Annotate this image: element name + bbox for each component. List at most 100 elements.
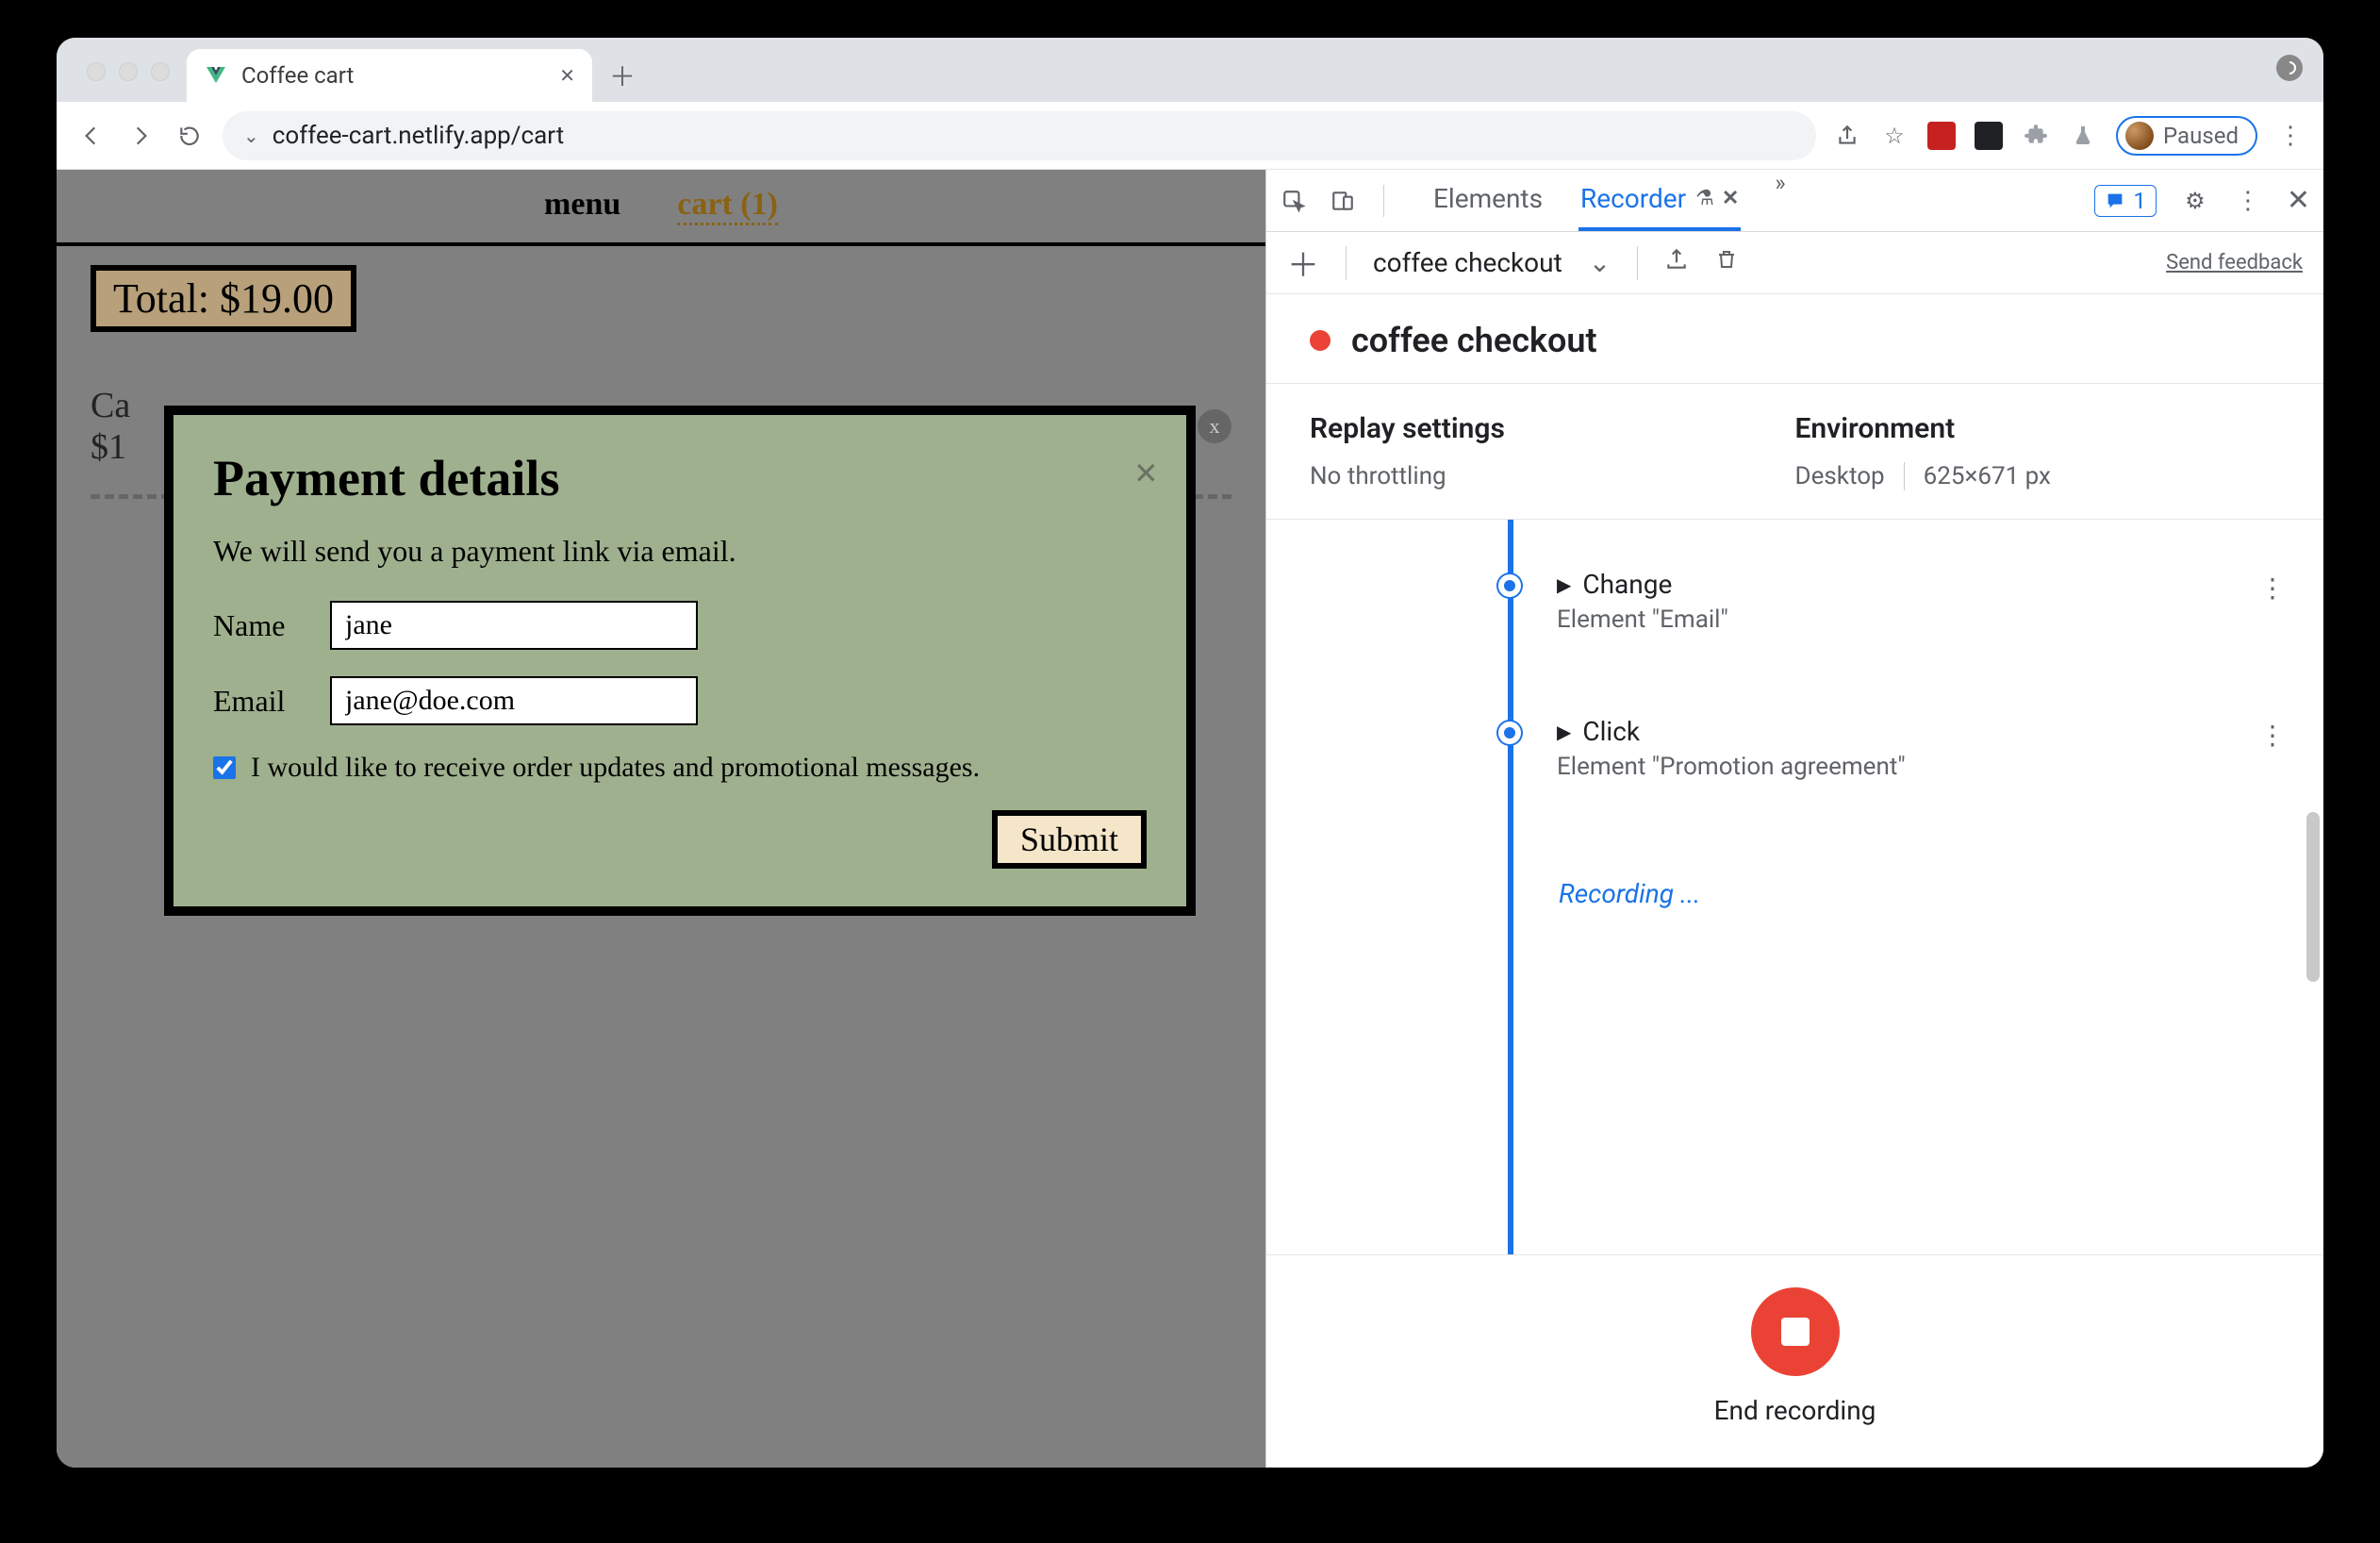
maximize-window-button[interactable] bbox=[151, 62, 170, 81]
avatar-icon bbox=[2125, 122, 2154, 150]
tab-elements[interactable]: Elements bbox=[1431, 170, 1545, 231]
promo-label: I would like to receive order updates an… bbox=[251, 752, 980, 784]
env-size: 625×671 px bbox=[1924, 462, 2051, 490]
remove-item-button[interactable]: x bbox=[1198, 409, 1231, 443]
rendered-page: menu cart (1) Total: $19.00 Ca $1 00 x × bbox=[57, 170, 1265, 1468]
total-box[interactable]: Total: $19.00 bbox=[91, 265, 356, 332]
email-field-row: Email bbox=[213, 676, 1147, 725]
timeline-node-icon bbox=[1498, 574, 1521, 597]
name-label: Name bbox=[213, 608, 304, 643]
email-label: Email bbox=[213, 684, 304, 719]
promo-checkbox[interactable] bbox=[213, 756, 236, 779]
issues-chip[interactable]: 1 bbox=[2094, 185, 2157, 217]
browser-menu-icon[interactable]: ⋮ bbox=[2276, 122, 2305, 150]
experiments-flask-icon[interactable] bbox=[2069, 122, 2097, 150]
steps-timeline: ▶ Change Element "Email" ⋮ ▶ Click bbox=[1266, 520, 2323, 1254]
step-action: Change bbox=[1582, 569, 1672, 600]
address-bar[interactable]: ⌄ coffee-cart.netlify.app/cart bbox=[223, 111, 1816, 160]
email-input[interactable] bbox=[330, 676, 698, 725]
content-area: menu cart (1) Total: $19.00 Ca $1 00 x × bbox=[57, 170, 2323, 1468]
close-window-button[interactable] bbox=[87, 62, 106, 81]
step-change[interactable]: ▶ Change Element "Email" bbox=[1498, 569, 1728, 634]
step-click[interactable]: ▶ Click Element "Promotion agreement" bbox=[1498, 716, 1906, 781]
step-menu-icon[interactable]: ⋮ bbox=[2259, 720, 2286, 751]
profile-status: Paused bbox=[2163, 123, 2239, 149]
extension-1-icon[interactable] bbox=[1927, 122, 1956, 150]
close-modal-icon[interactable]: × bbox=[1134, 449, 1158, 497]
submit-button[interactable]: Submit bbox=[992, 810, 1147, 869]
delete-icon[interactable] bbox=[1715, 247, 1738, 278]
window-controls bbox=[87, 62, 170, 81]
close-tab-x-icon[interactable]: ✕ bbox=[1722, 187, 1739, 210]
recording-status: Recording ... bbox=[1559, 878, 1700, 909]
expand-caret-icon[interactable]: ▶ bbox=[1557, 721, 1571, 743]
bookmark-star-icon[interactable]: ☆ bbox=[1880, 122, 1909, 150]
promo-row: I would like to receive order updates an… bbox=[213, 752, 1147, 784]
recording-indicator-icon bbox=[1310, 330, 1330, 351]
env-device: Desktop bbox=[1795, 462, 1885, 490]
recording-select-chevron-icon[interactable]: ⌄ bbox=[1589, 247, 1611, 278]
reload-button[interactable] bbox=[174, 120, 206, 152]
tab-recorder[interactable]: Recorder ⚗ ✕ bbox=[1578, 170, 1741, 231]
send-feedback-link[interactable]: Send feedback bbox=[2166, 251, 2303, 274]
cart-item-name-fragment: Ca bbox=[91, 385, 130, 426]
url-text: coffee-cart.netlify.app/cart bbox=[273, 122, 564, 150]
site-nav: menu cart (1) bbox=[57, 170, 1265, 246]
cart-item-price-fragment: $1 bbox=[91, 426, 130, 468]
recorder-toolbar: ＋ coffee checkout ⌄ Send feedback bbox=[1266, 232, 2323, 294]
toolbar-actions: ☆ Paused ⋮ bbox=[1833, 116, 2305, 156]
nav-menu-link[interactable]: menu bbox=[544, 187, 620, 225]
throttling-value[interactable]: No throttling bbox=[1310, 462, 1795, 490]
minimize-window-button[interactable] bbox=[119, 62, 138, 81]
step-menu-icon[interactable]: ⋮ bbox=[2259, 572, 2286, 604]
browser-window: Coffee cart ✕ ＋ ⌄ coffee-cart.netlify.ap… bbox=[57, 38, 2323, 1468]
issues-count: 1 bbox=[2133, 188, 2146, 214]
close-tab-icon[interactable]: ✕ bbox=[559, 64, 575, 87]
devtools-menu-icon[interactable]: ⋮ bbox=[2234, 187, 2262, 215]
modal-subtitle: We will send you a payment link via emai… bbox=[213, 534, 1147, 569]
recording-header: coffee checkout bbox=[1266, 294, 2323, 384]
share-icon[interactable] bbox=[1833, 122, 1861, 150]
extension-2-icon[interactable] bbox=[1975, 122, 2003, 150]
stop-icon bbox=[1781, 1318, 1810, 1346]
expand-caret-icon[interactable]: ▶ bbox=[1557, 573, 1571, 596]
recording-select-label[interactable]: coffee checkout bbox=[1373, 247, 1562, 278]
devtools-panel: Elements Recorder ⚗ ✕ » 1 ⚙ ⋮ ✕ bbox=[1265, 170, 2323, 1468]
end-recording-section: End recording bbox=[1266, 1254, 2323, 1468]
step-action: Click bbox=[1582, 716, 1640, 747]
browser-tab[interactable]: Coffee cart ✕ bbox=[187, 49, 592, 102]
timeline-node-icon bbox=[1498, 722, 1521, 744]
name-input[interactable] bbox=[330, 601, 698, 650]
nav-cart-link[interactable]: cart (1) bbox=[677, 187, 778, 225]
vue-favicon-icon bbox=[204, 63, 228, 88]
forward-button[interactable] bbox=[124, 120, 157, 152]
tab-title: Coffee cart bbox=[241, 62, 354, 89]
new-tab-button[interactable]: ＋ bbox=[602, 55, 643, 96]
recording-title: coffee checkout bbox=[1351, 321, 1597, 360]
device-toolbar-icon[interactable] bbox=[1329, 187, 1357, 215]
flask-icon: ⚗ bbox=[1695, 187, 1714, 210]
close-devtools-icon[interactable]: ✕ bbox=[2287, 184, 2310, 217]
back-button[interactable] bbox=[75, 120, 107, 152]
scrollbar-thumb[interactable] bbox=[2306, 812, 2320, 982]
environment-heading: Environment bbox=[1795, 412, 2281, 445]
site-info-icon[interactable]: ⌄ bbox=[243, 124, 259, 147]
payment-modal: × Payment details We will send you a pay… bbox=[164, 406, 1196, 916]
settings-gear-icon[interactable]: ⚙ bbox=[2181, 187, 2209, 215]
profile-chip[interactable]: Paused bbox=[2116, 116, 2257, 156]
replay-settings-heading: Replay settings bbox=[1310, 412, 1795, 445]
inspect-element-icon[interactable] bbox=[1280, 187, 1308, 215]
more-tabs-icon[interactable]: » bbox=[1775, 170, 1785, 231]
tab-search-button[interactable] bbox=[2276, 55, 2303, 81]
new-recording-button[interactable]: ＋ bbox=[1287, 240, 1319, 286]
end-recording-button[interactable] bbox=[1751, 1287, 1840, 1376]
extensions-puzzle-icon[interactable] bbox=[2022, 122, 2050, 150]
export-icon[interactable] bbox=[1664, 247, 1689, 278]
step-detail: Element "Promotion agreement" bbox=[1557, 753, 1906, 781]
devtools-tabbar: Elements Recorder ⚗ ✕ » 1 ⚙ ⋮ ✕ bbox=[1266, 170, 2323, 232]
toolbar: ⌄ coffee-cart.netlify.app/cart ☆ Paused … bbox=[57, 102, 2323, 170]
modal-title: Payment details bbox=[213, 449, 1147, 507]
end-recording-label: End recording bbox=[1714, 1395, 1876, 1426]
name-field-row: Name bbox=[213, 601, 1147, 650]
recording-settings: Replay settings No throttling Environmen… bbox=[1266, 384, 2323, 520]
